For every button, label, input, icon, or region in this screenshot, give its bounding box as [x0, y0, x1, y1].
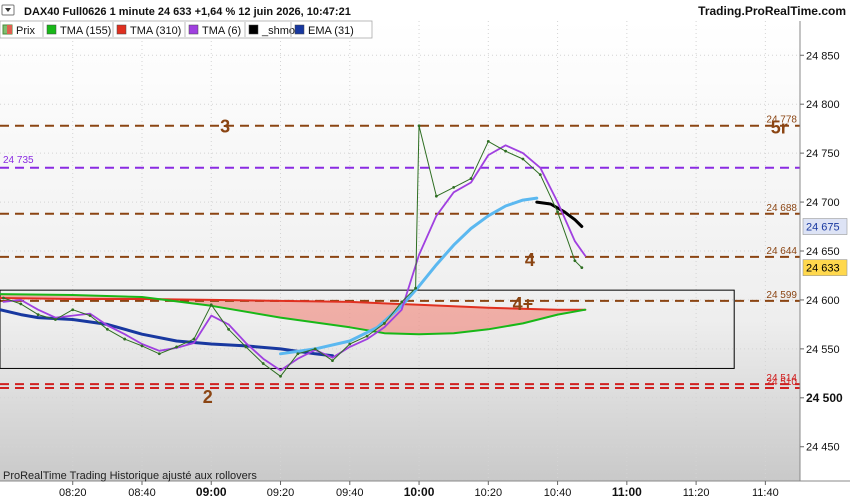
price-point [538, 173, 542, 177]
price-point [279, 374, 282, 378]
price-point [573, 259, 577, 263]
legend-swatch [46, 24, 57, 35]
annotation-label: 2 [203, 387, 213, 407]
header-bar: DAX40 Full0626 1 minute 24 633 +1,64 % 1… [0, 0, 850, 21]
x-tick-label: 09:00 [196, 485, 227, 499]
price-point [414, 286, 417, 290]
legend-label: TMA (6) [202, 25, 241, 37]
price-badge-label: 24 675 [806, 222, 840, 234]
y-tick-label: 24 650 [806, 246, 840, 258]
price-axis: 24 850 24 800 24 750 24 700 24 650 24 600 24 5… [800, 50, 843, 454]
price-point [71, 308, 75, 312]
price-point [2, 296, 5, 300]
price-point [417, 124, 421, 128]
y-tick-label: 24 700 [806, 197, 840, 209]
price-point [556, 210, 559, 214]
x-tick-label: 08:40 [128, 487, 156, 499]
level-label: 24 599 [766, 290, 797, 301]
price-point [227, 327, 230, 331]
price-point [348, 342, 352, 346]
y-tick-label: 24 800 [806, 99, 840, 111]
x-tick-label: 09:20 [267, 487, 295, 499]
price-point [580, 266, 584, 270]
x-tick-label: 08:20 [59, 487, 87, 499]
level-label: 24 644 [766, 246, 797, 257]
x-tick-label: 10:40 [544, 487, 572, 499]
price-point [383, 322, 386, 325]
level-label: 24 688 [766, 203, 797, 214]
legend-swatch [294, 24, 305, 35]
annotation-label: 4 [525, 250, 535, 270]
price-point [54, 318, 57, 321]
annotation-label: 3 [220, 117, 230, 137]
price-point [521, 157, 525, 161]
legend-swatch [188, 24, 199, 35]
annotation-label: 4+ [513, 294, 534, 314]
annotation-label: 5r [771, 118, 788, 138]
x-tick-label: 10:00 [404, 485, 435, 499]
y-tick-label: 24 450 [806, 442, 840, 454]
legend-label: _shmo [261, 25, 295, 37]
price-point [400, 300, 404, 304]
price-point [504, 149, 508, 153]
price-point [452, 185, 456, 189]
price-point [244, 345, 248, 349]
y-tick-label: 24 600 [806, 295, 840, 307]
legend-label: TMA (310) [130, 25, 181, 37]
price-point [192, 337, 196, 341]
x-tick-label: 11:20 [683, 487, 710, 499]
x-tick-label: 09:40 [336, 487, 364, 499]
price-point [313, 347, 317, 351]
legend-swatch [248, 24, 259, 35]
legend-label: TMA (155) [60, 25, 111, 37]
brand-label[interactable]: Trading.ProRealTime.com [698, 4, 846, 18]
indicator-legend: Prix TMA (155) TMA (310) TMA (6) _shmo EMA (3… [0, 20, 373, 39]
x-tick-label: 11:00 [612, 485, 642, 499]
price-point [105, 327, 109, 331]
price-point [157, 352, 161, 356]
price-point [486, 139, 490, 143]
price-point [469, 177, 473, 180]
price-point [36, 313, 40, 317]
price-swatch-icon-half [7, 25, 12, 34]
price-point [261, 362, 265, 365]
price-badge-label: 24 633 [806, 263, 840, 275]
price-point [296, 352, 300, 356]
y-tick-label: 24 500 [806, 391, 843, 405]
price-point [434, 194, 438, 198]
price-point [175, 345, 179, 349]
y-tick-label: 24 750 [806, 148, 840, 160]
footer-note: ProRealTime Trading Historique ajusté au… [3, 470, 257, 482]
x-tick-label: 10:20 [475, 487, 503, 499]
price-point [19, 302, 23, 306]
chart-canvas: 24 77824 73524 68824 64424 59924 51424 5… [0, 0, 850, 500]
y-tick-label: 24 550 [806, 344, 840, 356]
level-label: 24 510 [766, 377, 797, 388]
price-point [123, 337, 127, 341]
y-tick-label: 24 850 [806, 50, 840, 62]
price-point [365, 334, 369, 338]
x-tick-label: 11:40 [752, 487, 779, 499]
price-point [209, 303, 213, 307]
price-point [88, 314, 92, 317]
legend-swatch [116, 24, 127, 35]
price-point [140, 344, 144, 348]
instrument-title: DAX40 Full0626 1 minute 24 633 +1,64 % 1… [24, 6, 351, 18]
level-label: 24 735 [3, 155, 34, 166]
price-point [331, 359, 334, 363]
legend-label: Prix [16, 25, 35, 37]
dropdown-arrow-icon[interactable] [1, 4, 15, 16]
legend-label: EMA (31) [308, 25, 354, 37]
